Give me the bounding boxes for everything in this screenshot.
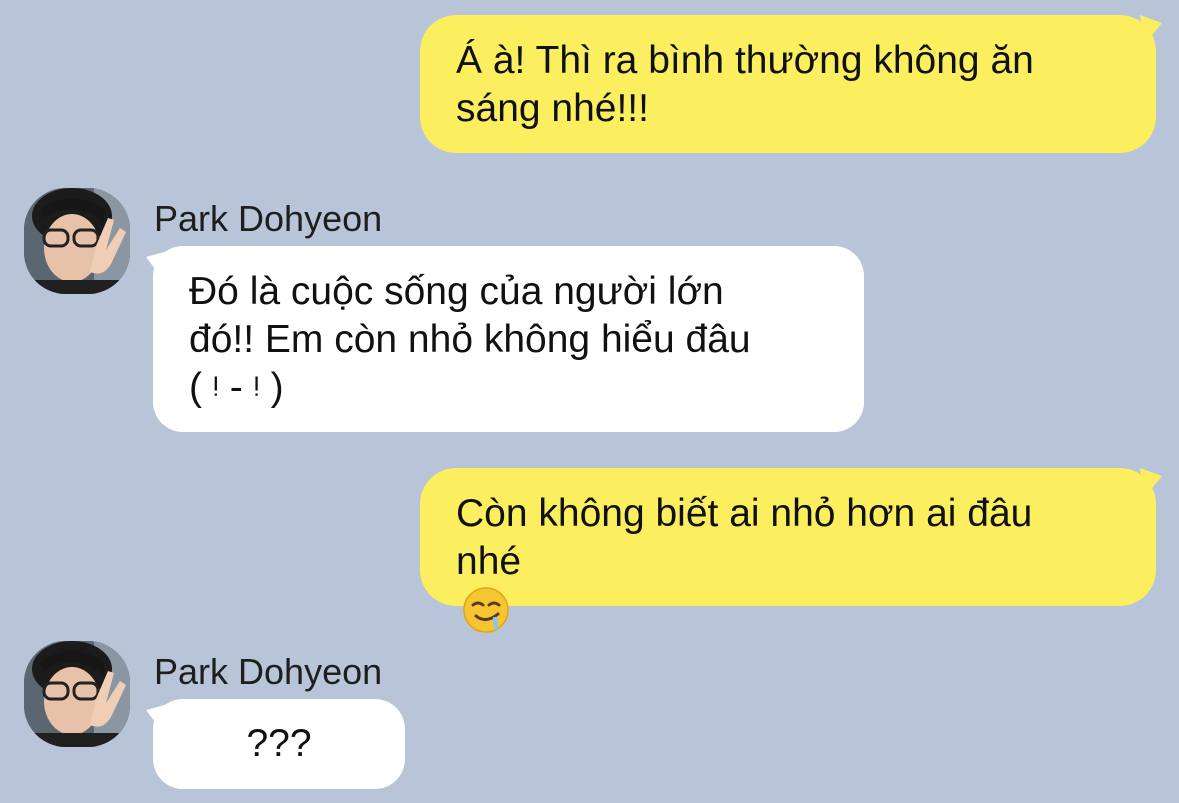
outgoing-message-bubble[interactable]: Á à! Thì ra bình thường không ăn sáng nh… bbox=[420, 15, 1156, 153]
incoming-message-bubble[interactable]: ??? bbox=[153, 699, 405, 789]
message-text: Á à! Thì ra bình thường không ăn sáng nh… bbox=[456, 39, 1034, 130]
drooling-face-emoji bbox=[462, 586, 510, 634]
incoming-message-bubble[interactable]: Đó là cuộc sống của người lớn đó!! Em cò… bbox=[153, 246, 864, 432]
sender-name: Park Dohyeon bbox=[154, 651, 383, 692]
sender-avatar[interactable] bbox=[24, 188, 130, 294]
bubble-tail bbox=[1140, 468, 1162, 498]
sender-avatar[interactable] bbox=[24, 641, 130, 747]
outgoing-message-bubble[interactable]: Còn không biết ai nhỏ hơn ai đâu nhé bbox=[420, 468, 1156, 633]
message-text: ??? bbox=[246, 722, 312, 765]
message-text: Đó là cuộc sống của người lớn đó!! Em cò… bbox=[189, 270, 751, 409]
sender-name: Park Dohyeon bbox=[154, 198, 383, 239]
bubble-tail bbox=[1140, 15, 1162, 45]
message-text: Còn không biết ai nhỏ hơn ai đâu nhé bbox=[456, 492, 1033, 583]
